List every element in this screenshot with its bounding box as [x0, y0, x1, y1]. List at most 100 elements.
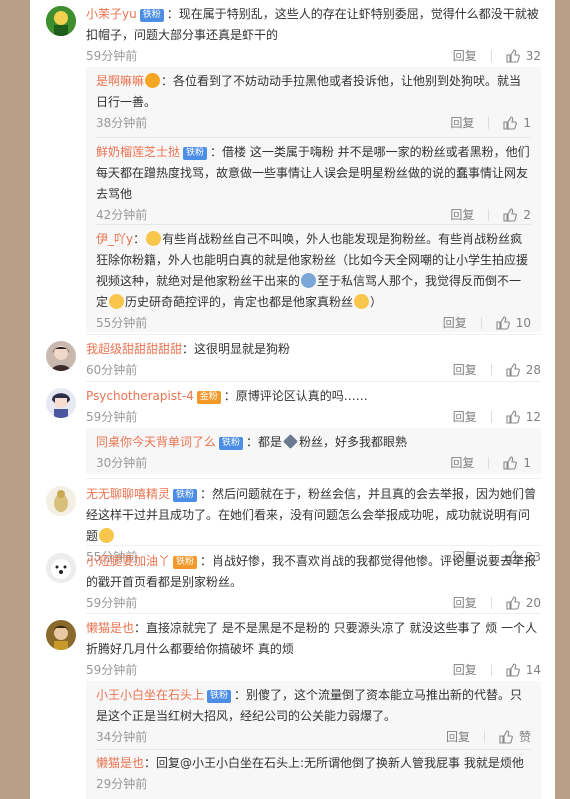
reply-time: 29分钟前 — [96, 777, 148, 791]
like-button[interactable]: 10 — [496, 313, 531, 333]
reply-body: ） — [370, 295, 383, 309]
reply-item: 鲜奶榴莲芝士挞 铁粉 ：借楼 这一类属于嗨粉 并不是哪一家的粉丝或者黑粉，他们每天都… — [96, 142, 531, 225]
divider — [86, 478, 541, 479]
like-count: 32 — [525, 49, 541, 63]
thumb-up-icon — [503, 208, 518, 222]
reply-time: 30分钟前 — [96, 456, 148, 470]
reply-item: 懒猫是也：回复@小王小白坐在石头上:无所谓他倒了换新人管我屁事 我就是烦他 29… — [96, 753, 531, 794]
thumb-up-icon — [503, 116, 518, 130]
reply-button[interactable]: 回复 — [450, 453, 474, 473]
avatar[interactable] — [46, 388, 76, 418]
like-button[interactable]: 1 — [503, 113, 531, 133]
divider — [86, 545, 541, 546]
like-count: 14 — [525, 663, 541, 677]
username-link[interactable]: Psychotherapist-4 — [86, 389, 194, 403]
comment-item: 小茉子yu 铁粉 ：现在属于特别乱，这些人的存在让虾特别委屈，觉得什么都没干就被扣帽… — [46, 4, 541, 64]
divider — [86, 381, 541, 382]
thumb-up-icon — [506, 363, 520, 377]
like-button[interactable]: 1 — [503, 453, 531, 473]
reply-button[interactable]: 回复 — [453, 593, 477, 613]
username-link[interactable]: 懒猫是也 — [96, 756, 144, 770]
reply-button[interactable]: 回复 — [453, 660, 477, 680]
comment-time: 59分钟前 — [86, 49, 138, 63]
comment-body: ：这很明显就是狗粉 — [182, 342, 291, 356]
reply-time: 55分钟前 — [96, 316, 148, 330]
reply-body: ：都是 — [246, 435, 283, 449]
like-button[interactable]: 28 — [506, 360, 541, 380]
username-link[interactable]: 鲜奶榴莲芝士挞 — [96, 145, 180, 159]
emoji-icon — [146, 231, 162, 246]
reply-box: 是啊嘛嘛 ：各位看到了不妨动动手拉黑他或者投诉他，让他别到处狗吠。就当日行一善。 … — [86, 67, 541, 332]
divider — [490, 364, 492, 376]
fan-badge[interactable]: 铁粉 — [207, 690, 232, 703]
username-link[interactable]: 我超级甜甜甜甜甜 — [86, 342, 182, 356]
reply-time: 42分钟前 — [96, 208, 148, 222]
reply-body: 历史研奇葩控评的，肯定也都是他家真粉丝 — [125, 295, 354, 309]
fan-badge[interactable]: 铁粉 — [183, 147, 208, 160]
fan-badge[interactable]: 铁粉 — [219, 437, 244, 450]
divider — [490, 50, 492, 62]
divider — [96, 137, 531, 138]
like-button[interactable]: 20 — [506, 593, 541, 613]
divider — [96, 749, 531, 750]
like-count: 12 — [525, 410, 541, 424]
comment-item: 我超级甜甜甜甜甜：这很明显就是狗粉 60分钟前 回复 28 — [46, 339, 541, 379]
avatar[interactable] — [46, 341, 76, 371]
username-link[interactable]: 懒猫是也 — [86, 621, 134, 635]
fan-badge[interactable]: 铁粉 — [173, 489, 198, 502]
avatar[interactable] — [46, 620, 76, 650]
thumb-up-icon — [496, 316, 510, 330]
fan-badge[interactable]: 铁粉 — [173, 556, 198, 569]
like-button[interactable]: 2 — [503, 205, 531, 225]
comment-time: 60分钟前 — [86, 363, 138, 377]
thumb-up-icon — [506, 596, 520, 610]
reply-button[interactable]: 回复 — [450, 205, 474, 225]
reply-box: 小王小白坐在石头上 铁粉 ：别傻了，这个流量倒了资本能立马推出新的代替。只是这个正是… — [86, 681, 541, 799]
like-button[interactable]: 32 — [506, 46, 541, 66]
thumb-up-icon — [506, 410, 520, 424]
comment-panel: 小茉子yu 铁粉 ：现在属于特别乱，这些人的存在让虾特别委屈，觉得什么都没干就被扣帽… — [30, 0, 555, 799]
like-count: 10 — [515, 316, 531, 330]
divider — [488, 457, 490, 469]
emoji-icon — [99, 528, 115, 543]
comment-text: 小茉子yu 铁粉 ：现在属于特别乱，这些人的存在让虾特别委屈，觉得什么都没干就被扣帽… — [86, 4, 541, 46]
username-link[interactable]: 小茉子yu — [86, 7, 137, 21]
like-button[interactable]: 12 — [506, 407, 541, 427]
reply-button[interactable]: 回复 — [450, 113, 474, 133]
fan-badge[interactable]: 金粉 — [196, 391, 221, 404]
comment-item: Psychotherapist-4 金粉 ：原博评论区认真的吗…… 59分钟前 回复… — [46, 386, 541, 426]
username-link[interactable]: 同桌你今天背单词了么 — [96, 435, 216, 449]
comment-item: 无无聊聊嘻精灵 铁粉 ：然后问题就在于，粉丝会信，并且真的会去举报，因为她们曾经这样… — [46, 484, 541, 564]
reply-button[interactable]: 回复 — [453, 360, 477, 380]
reply-button[interactable]: 回复 — [446, 727, 470, 747]
comment-time: 59分钟前 — [86, 596, 138, 610]
username-link[interactable]: 小短腿要加油丫 — [86, 554, 170, 568]
diamond-emoji-icon — [283, 434, 298, 449]
avatar[interactable] — [46, 486, 76, 516]
avatar[interactable] — [46, 553, 76, 583]
reply-button[interactable]: 回复 — [453, 407, 477, 427]
username-link[interactable]: 是啊嘛嘛 — [96, 74, 144, 88]
username-link[interactable]: 无无聊聊嘻精灵 — [86, 487, 170, 501]
divider — [86, 613, 541, 614]
avatar[interactable] — [46, 6, 76, 36]
divider — [490, 411, 492, 423]
divider — [490, 597, 492, 609]
reply-item: 小王小白坐在石头上 铁粉 ：别傻了，这个流量倒了资本能立马推出新的代替。只是这个正是… — [96, 685, 531, 747]
like-count: 1 — [523, 116, 531, 130]
like-button[interactable]: 14 — [506, 660, 541, 680]
username-link[interactable]: 伊_吖y — [96, 232, 133, 246]
emoji-icon — [145, 73, 161, 88]
divider — [483, 731, 485, 743]
username-link[interactable]: 小王小白坐在石头上 — [96, 688, 204, 702]
reply-box: 同桌你今天背单词了么 铁粉 ：都是 粉丝，好多我都眼熟 30分钟前 回复 1 — [86, 428, 541, 474]
reply-item: 同桌你今天背单词了么 铁粉 ：都是 粉丝，好多我都眼熟 30分钟前 回复 1 — [96, 432, 531, 473]
emoji-icon — [301, 273, 317, 288]
fan-badge[interactable]: 铁粉 — [139, 9, 164, 22]
comment-body: ：原博评论区认真的吗…… — [223, 389, 368, 403]
reply-button[interactable]: 回复 — [443, 313, 467, 333]
emoji-icon — [354, 294, 370, 309]
like-button[interactable]: 赞 — [499, 727, 531, 747]
thumb-up-icon — [506, 49, 520, 63]
reply-button[interactable]: 回复 — [453, 46, 477, 66]
